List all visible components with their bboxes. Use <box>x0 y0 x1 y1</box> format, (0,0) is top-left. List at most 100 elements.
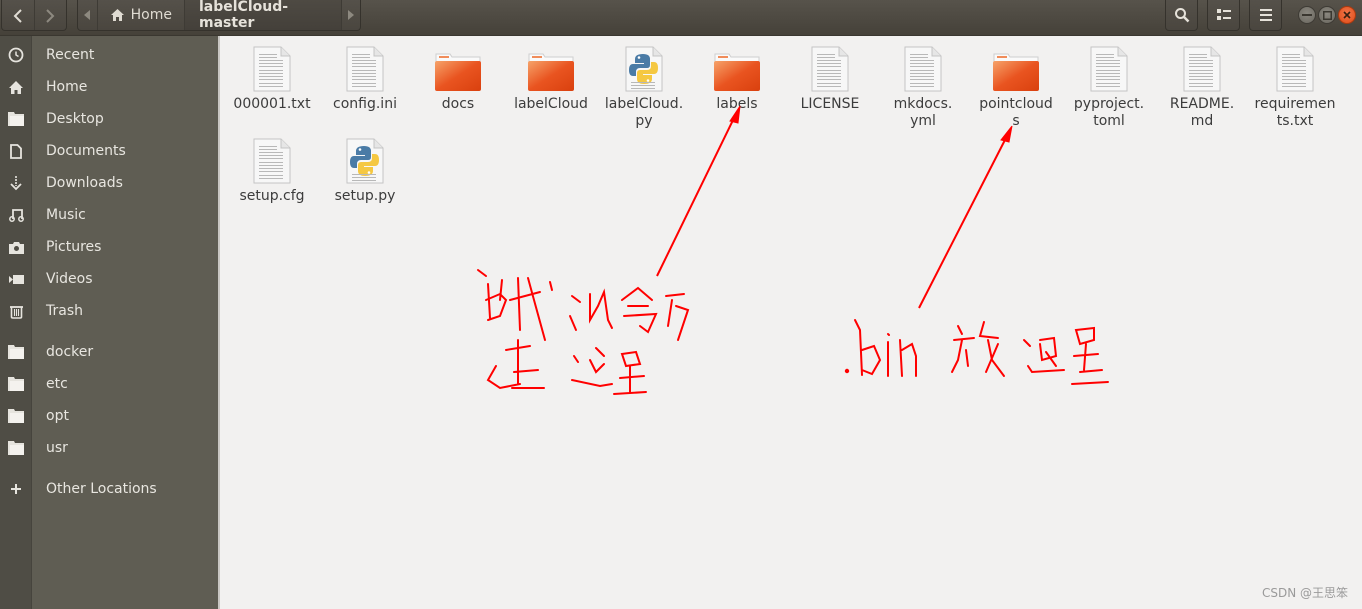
breadcrumb-current-label: labelCloud-master <box>198 0 289 31</box>
close-button[interactable] <box>1338 6 1356 24</box>
sidebar-other-locations[interactable]: Other Locations <box>0 473 218 505</box>
file-name: labels <box>716 96 758 112</box>
search-icon <box>1174 8 1189 23</box>
file-item[interactable]: 000001.txt <box>226 42 318 113</box>
sidebar-item-music[interactable]: Music <box>0 199 218 231</box>
python-file-icon <box>339 134 391 184</box>
file-item[interactable]: setup.cfg <box>226 134 318 205</box>
folder-icon <box>0 368 32 400</box>
folder-icon <box>0 103 32 135</box>
file-name: mkdocs. yml <box>893 96 953 129</box>
file-name: requiremen ts.txt <box>1254 96 1336 129</box>
sidebar-bookmark-opt[interactable]: opt <box>0 400 218 432</box>
triangle-right-icon <box>348 10 355 20</box>
sidebar-item-label: Documents <box>46 143 126 159</box>
file-item[interactable]: docs <box>412 42 504 113</box>
file-item[interactable]: setup.py <box>319 134 411 205</box>
plus-icon <box>0 473 32 505</box>
file-name: README. md <box>1169 96 1235 129</box>
watermark: CSDN @王思笨 <box>1261 586 1348 600</box>
file-grid: 000001.txt config.ini docs labelCloud la… <box>222 36 1362 609</box>
chevron-right-icon <box>46 8 55 23</box>
folder-icon <box>0 432 32 464</box>
sidebar-item-label: etc <box>46 376 68 392</box>
sidebar-item-label: Recent <box>46 47 95 63</box>
file-item[interactable]: LICENSE <box>784 42 876 113</box>
file-name: labelCloud. py <box>604 96 684 129</box>
hamburger-menu-icon <box>1259 9 1272 21</box>
minimize-button[interactable] <box>1298 6 1316 24</box>
breadcrumb-home-label: Home <box>130 7 172 23</box>
folder-icon <box>0 336 32 368</box>
maximize-button[interactable] <box>1318 6 1336 24</box>
sidebar-item-recent[interactable]: Recent <box>0 39 218 71</box>
chevron-left-icon <box>13 8 22 23</box>
sidebar-item-label: Other Locations <box>46 481 157 497</box>
sidebar-item-trash[interactable]: Trash <box>0 295 218 327</box>
breadcrumb-home[interactable]: Home <box>96 0 184 30</box>
download-icon <box>0 167 32 199</box>
file-item[interactable]: labelCloud <box>505 42 597 113</box>
path-scroll-right-button[interactable] <box>341 0 360 30</box>
sidebar-item-label: opt <box>46 408 69 424</box>
text-file-icon <box>339 42 391 92</box>
view-toggle-button[interactable] <box>1207 0 1240 31</box>
text-file-icon <box>1176 42 1228 92</box>
folder-icon <box>0 400 32 432</box>
text-file-icon <box>1269 42 1321 92</box>
search-button[interactable] <box>1165 0 1198 31</box>
forward-button[interactable] <box>33 0 66 30</box>
home-icon <box>110 9 124 21</box>
file-item[interactable]: config.ini <box>319 42 411 113</box>
file-name: docs <box>441 96 475 112</box>
header-bar: Home labelCloud-master <box>0 0 1362 36</box>
file-item[interactable]: mkdocs. yml <box>877 42 969 130</box>
camera-icon <box>0 231 32 263</box>
file-name: pointcloud s <box>979 96 1053 129</box>
file-item[interactable]: labelCloud. py <box>598 42 690 130</box>
sidebar-item-label: Desktop <box>46 111 104 127</box>
folder-icon <box>525 42 577 92</box>
folder-icon <box>711 42 763 92</box>
nav-buttons <box>1 0 67 31</box>
file-item[interactable]: pointcloud s <box>970 42 1062 130</box>
trash-icon <box>0 295 32 327</box>
sidebar-item-label: Home <box>46 79 88 95</box>
path-scroll-left-button[interactable] <box>78 0 97 30</box>
sidebar-item-desktop[interactable]: Desktop <box>0 103 218 135</box>
breadcrumb-current[interactable]: labelCloud-master <box>183 0 342 31</box>
sidebar-item-videos[interactable]: Videos <box>0 263 218 295</box>
file-name: setup.cfg <box>239 188 305 204</box>
sidebar-item-label: usr <box>46 440 68 456</box>
text-file-icon <box>1083 42 1135 92</box>
sidebar-item-pictures[interactable]: Pictures <box>0 231 218 263</box>
file-name: pyproject. toml <box>1073 96 1145 129</box>
document-icon <box>0 135 32 167</box>
sidebar-bookmark-docker[interactable]: docker <box>0 336 218 368</box>
clock-icon <box>0 39 32 71</box>
sidebar-item-label: docker <box>46 344 94 360</box>
sidebar-item-downloads[interactable]: Downloads <box>0 167 218 199</box>
maximize-icon <box>1322 10 1332 20</box>
text-file-icon <box>804 42 856 92</box>
file-name: LICENSE <box>800 96 860 112</box>
file-item[interactable]: labels <box>691 42 783 113</box>
text-file-icon <box>246 42 298 92</box>
minimize-icon <box>1302 14 1312 16</box>
file-name: labelCloud <box>514 96 588 112</box>
sidebar-bookmark-etc[interactable]: etc <box>0 368 218 400</box>
back-button[interactable] <box>2 0 34 30</box>
file-name: config.ini <box>333 96 397 112</box>
sidebar-item-home[interactable]: Home <box>0 71 218 103</box>
file-item[interactable]: pyproject. toml <box>1063 42 1155 130</box>
close-icon <box>1343 11 1351 19</box>
sidebar-bookmark-usr[interactable]: usr <box>0 432 218 464</box>
python-file-icon <box>618 42 670 92</box>
sidebar-item-documents[interactable]: Documents <box>0 135 218 167</box>
file-item[interactable]: requiremen ts.txt <box>1249 42 1341 130</box>
file-item[interactable]: README. md <box>1156 42 1248 130</box>
folder-icon <box>432 42 484 92</box>
menu-button[interactable] <box>1249 0 1282 31</box>
home-icon <box>0 71 32 103</box>
sidebar-item-label: Pictures <box>46 239 102 255</box>
